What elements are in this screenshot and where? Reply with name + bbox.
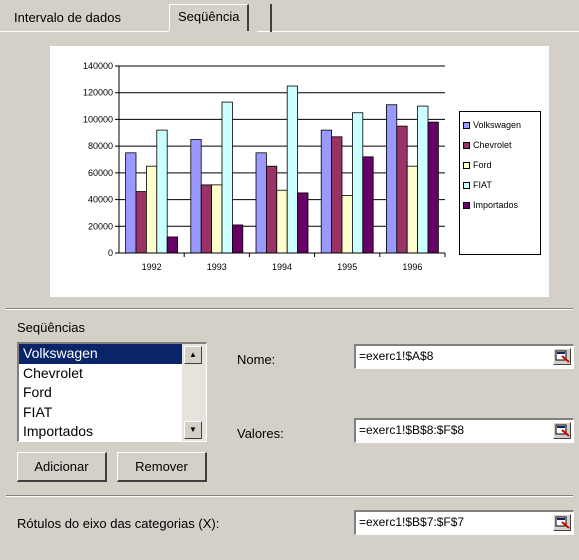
chart-bars	[125, 85, 439, 254]
y-tick-label: 80000	[88, 141, 113, 151]
bar-ford-1996	[406, 165, 419, 254]
y-tick-label: 40000	[88, 195, 113, 205]
range-select-icon	[555, 424, 570, 437]
legend-label: FIAT	[473, 180, 492, 190]
legend-label: Chevrolet	[473, 140, 512, 150]
list-item[interactable]: Importados	[19, 422, 182, 441]
categories-field-value: =exerc1!$B$7:$F$7	[359, 515, 465, 529]
bar-importados-1992	[166, 236, 178, 254]
legend-entry: FIAT	[463, 175, 537, 195]
legend-swatch	[463, 181, 470, 189]
values-field-value: =exerc1!$B$8:$F$8	[359, 423, 465, 437]
bar-importados-1996	[427, 121, 439, 254]
bar-fiat-1992	[156, 129, 168, 254]
bar-importados-1993	[231, 224, 244, 254]
bar-chevrolet-1994	[265, 165, 278, 254]
separator-bottom	[6, 495, 573, 497]
sequences-heading-text: Seqüências	[17, 320, 85, 335]
collapse-dialog-icon[interactable]	[553, 514, 571, 531]
y-tick-label: 0	[108, 248, 113, 258]
legend-entry: Ford	[463, 155, 537, 175]
sequences-list: Volkswagen Chevrolet Ford FIAT Importados	[19, 344, 182, 441]
values-field[interactable]: =exerc1!$B$8:$F$8	[354, 418, 574, 443]
tab-strip: Intervalo de dados Seqüência	[0, 0, 579, 33]
remove-button[interactable]: Remover	[117, 452, 207, 482]
chart-preview: 0 20000 40000 60000 80000 100000 120000 140000 1…	[50, 46, 549, 297]
bar-ford-1994	[276, 189, 288, 254]
list-item[interactable]: Chevrolet	[19, 364, 182, 384]
legend-swatch	[463, 141, 470, 149]
categories-label: Rótulos do eixo das categorias (X):	[17, 516, 220, 531]
bar-volkswagen-1994	[255, 152, 267, 254]
bar-fiat-1994	[286, 85, 298, 254]
y-tick-label: 140000	[83, 61, 113, 71]
bar-importados-1994	[297, 192, 309, 254]
bar-fiat-1995	[351, 112, 364, 254]
bar-ford-1995	[341, 195, 353, 254]
range-select-icon	[555, 516, 570, 529]
legend-entry: Chevrolet	[463, 135, 537, 155]
bar-fiat-1996	[417, 105, 429, 254]
y-tick-label: 120000	[83, 88, 113, 98]
x-tick-label: 1994	[272, 262, 292, 272]
bar-volkswagen-1996	[385, 104, 398, 254]
legend-swatch	[463, 121, 470, 129]
range-select-icon	[555, 350, 570, 363]
bar-chevrolet-1993	[200, 184, 212, 254]
bar-chevrolet-1992	[135, 191, 147, 254]
list-item[interactable]: FIAT	[19, 403, 182, 423]
tab-separator	[270, 4, 272, 32]
scroll-down-icon[interactable]: ▼	[184, 421, 202, 439]
legend-label: Importados	[473, 200, 519, 210]
tab-data-range[interactable]: Intervalo de dados	[6, 7, 129, 31]
scroll-up-icon[interactable]: ▲	[184, 346, 202, 364]
bar-chevrolet-1996	[396, 125, 408, 254]
name-field[interactable]: =exerc1!$A$8	[354, 344, 574, 369]
list-item[interactable]: Volkswagen	[19, 344, 182, 364]
bar-importados-1995	[362, 156, 374, 254]
sequences-heading: Seqüências	[17, 320, 85, 335]
bar-ford-1993	[211, 184, 223, 254]
separator-top	[6, 308, 573, 310]
list-item[interactable]: Ford	[19, 383, 182, 403]
legend-label: Volkswagen	[473, 120, 522, 130]
categories-field[interactable]: =exerc1!$B$7:$F$7	[354, 510, 574, 535]
y-tick-label: 60000	[88, 168, 113, 178]
bar-volkswagen-1992	[125, 152, 137, 254]
legend-swatch	[463, 161, 470, 169]
list-scrollbar[interactable]: ▲ ▼	[182, 344, 206, 441]
y-tick-label: 20000	[88, 221, 113, 231]
legend-swatch	[463, 201, 470, 209]
name-label: Nome:	[237, 352, 276, 367]
bar-fiat-1993	[221, 101, 233, 254]
collapse-dialog-icon[interactable]	[553, 422, 571, 439]
collapse-dialog-icon[interactable]	[553, 348, 571, 365]
bar-chevrolet-1995	[331, 136, 343, 254]
legend-entry: Volkswagen	[463, 115, 537, 135]
chart-legend: Volkswagen Chevrolet Ford FIAT Importados	[459, 111, 541, 255]
name-field-value: =exerc1!$A$8	[359, 349, 434, 363]
x-tick-label: 1996	[402, 262, 422, 272]
x-tick-label: 1993	[207, 262, 227, 272]
legend-label: Ford	[473, 160, 492, 170]
tab-gap	[169, 31, 257, 33]
x-tick-label: 1992	[142, 262, 162, 272]
add-button[interactable]: Adicionar	[17, 452, 107, 482]
sequences-listbox[interactable]: Volkswagen Chevrolet Ford FIAT Importados ▲ …	[17, 342, 207, 442]
y-tick-label: 100000	[83, 114, 113, 124]
legend-entry: Importados	[463, 195, 537, 215]
x-tick-label: 1995	[337, 262, 357, 272]
bar-volkswagen-1995	[320, 129, 333, 254]
bar-volkswagen-1993	[190, 139, 202, 254]
tab-series[interactable]: Seqüência	[169, 4, 250, 32]
values-label: Valores:	[237, 426, 284, 441]
tab-baseline	[0, 31, 579, 32]
bar-ford-1992	[146, 165, 158, 254]
